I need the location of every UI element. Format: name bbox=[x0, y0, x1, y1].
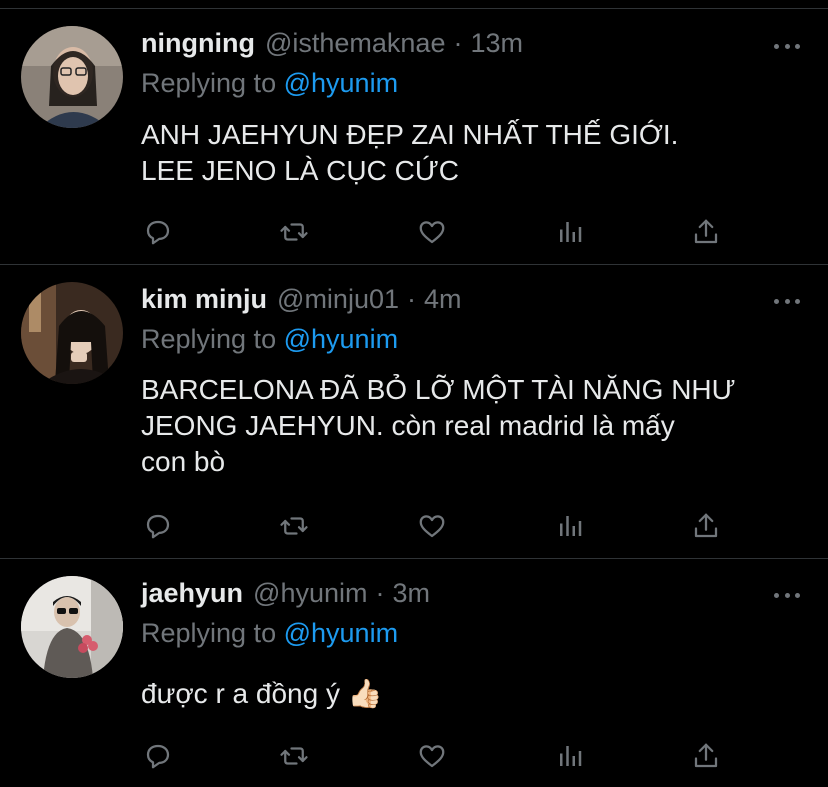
like-icon[interactable] bbox=[414, 508, 450, 544]
separator: · bbox=[407, 284, 416, 314]
action-bar bbox=[0, 214, 828, 250]
replying-prefix: Replying to bbox=[141, 618, 277, 648]
replying-to: Replying to @hyunim bbox=[141, 68, 398, 99]
user-handle[interactable]: @minju01 bbox=[277, 284, 399, 315]
retweet-icon[interactable] bbox=[276, 508, 312, 544]
timestamp[interactable]: 3m bbox=[392, 578, 430, 609]
reply-icon[interactable] bbox=[140, 508, 176, 544]
tweet-text: ANH JAEHYUN ĐẸP ZAI NHẤT THẾ GIỚI. LEE J… bbox=[141, 117, 811, 189]
action-bar bbox=[0, 508, 828, 544]
share-icon[interactable] bbox=[688, 738, 724, 774]
tweet-text-line: BARCELONA ĐÃ BỎ LỠ MỘT TÀI NĂNG NHƯ bbox=[141, 374, 736, 405]
tweet-header: kim minju @minju01 · 4m bbox=[141, 284, 462, 318]
display-name[interactable]: ningning bbox=[141, 28, 255, 59]
timestamp[interactable]: 4m bbox=[424, 284, 462, 315]
retweet-icon[interactable] bbox=[276, 738, 312, 774]
timestamp[interactable]: 13m bbox=[470, 28, 523, 59]
more-options-icon[interactable] bbox=[774, 297, 800, 305]
tweet-text: BARCELONA ĐÃ BỎ LỠ MỘT TÀI NĂNG NHƯ JEON… bbox=[141, 372, 811, 480]
like-icon[interactable] bbox=[414, 214, 450, 250]
like-icon[interactable] bbox=[414, 738, 450, 774]
analytics-icon[interactable] bbox=[552, 214, 588, 250]
tweet-text-line: LEE JENO LÀ CỤC CỨC bbox=[141, 155, 459, 186]
reply-icon[interactable] bbox=[140, 738, 176, 774]
separator: · bbox=[375, 578, 385, 608]
share-icon[interactable] bbox=[688, 508, 724, 544]
analytics-icon[interactable] bbox=[552, 508, 588, 544]
share-icon[interactable] bbox=[688, 214, 724, 250]
action-bar bbox=[0, 738, 828, 774]
mention-link[interactable]: @hyunim bbox=[284, 618, 398, 648]
reply-icon[interactable] bbox=[140, 214, 176, 250]
tweet-header: ningning @isthemaknae · 13m bbox=[141, 28, 523, 62]
user-handle[interactable]: @hyunim bbox=[253, 578, 367, 609]
mention-link[interactable]: @hyunim bbox=[284, 68, 398, 98]
replying-to: Replying to @hyunim bbox=[141, 618, 398, 649]
mention-link[interactable]: @hyunim bbox=[284, 324, 398, 354]
tweet-divider bbox=[0, 558, 828, 559]
tweet-header: jaehyun @hyunim · 3m bbox=[141, 578, 430, 612]
tweet-text-line: JEONG JAEHYUN. còn real madrid là mấy bbox=[141, 410, 675, 441]
avatar[interactable] bbox=[21, 26, 123, 128]
avatar[interactable] bbox=[21, 282, 123, 384]
replying-prefix: Replying to bbox=[141, 324, 277, 354]
replying-to: Replying to @hyunim bbox=[141, 324, 398, 355]
tweet-text-line: được r a đồng ý 👍🏻 bbox=[141, 678, 383, 709]
separator: · bbox=[453, 28, 463, 58]
retweet-icon[interactable] bbox=[276, 214, 312, 250]
tweet-text: được r a đồng ý 👍🏻 bbox=[141, 676, 811, 712]
tweet-divider bbox=[0, 264, 828, 265]
display-name[interactable]: jaehyun bbox=[141, 578, 243, 609]
analytics-icon[interactable] bbox=[552, 738, 588, 774]
user-handle[interactable]: @isthemaknae bbox=[265, 28, 446, 59]
display-name[interactable]: kim minju bbox=[141, 284, 267, 315]
more-options-icon[interactable] bbox=[774, 591, 800, 599]
tweet-text-line: ANH JAEHYUN ĐẸP ZAI NHẤT THẾ GIỚI. bbox=[141, 119, 679, 150]
top-divider bbox=[0, 8, 828, 9]
tweet-text-line: con bò bbox=[141, 446, 226, 477]
more-options-icon[interactable] bbox=[774, 42, 800, 50]
avatar[interactable] bbox=[21, 576, 123, 678]
replying-prefix: Replying to bbox=[141, 68, 277, 98]
